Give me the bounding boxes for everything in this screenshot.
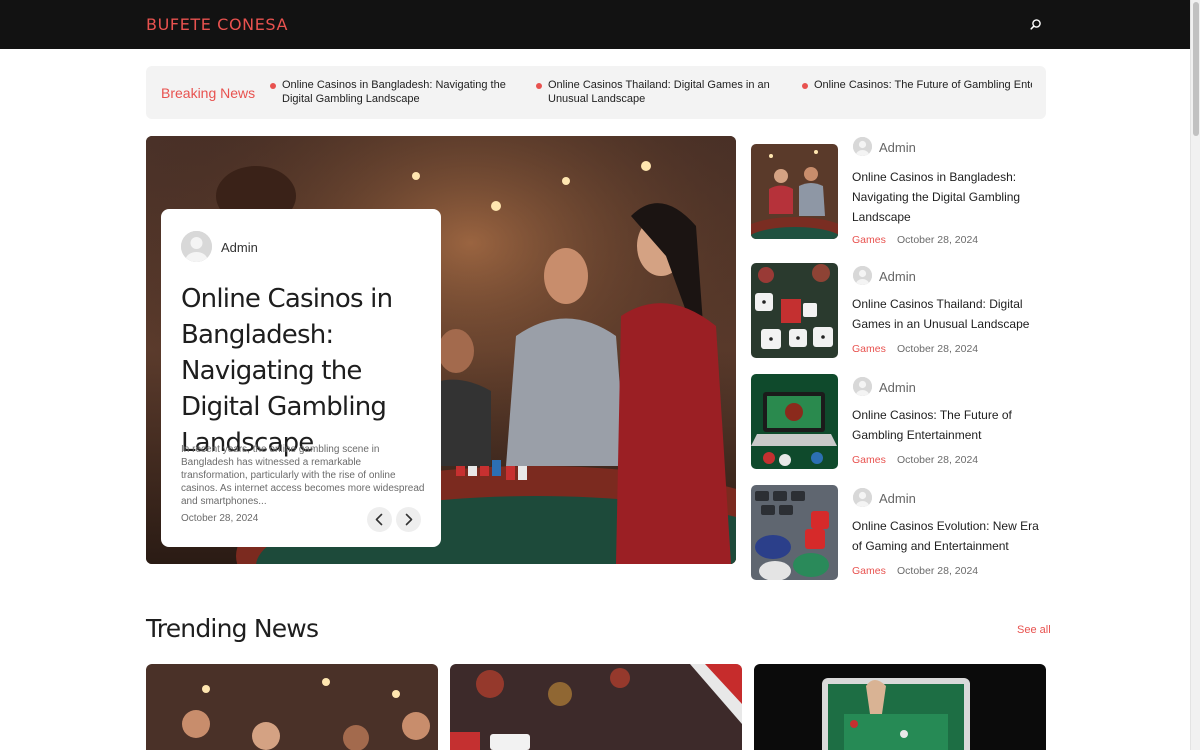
featured-post-date: October 28, 2024 xyxy=(181,513,259,524)
post-title[interactable]: Online Casinos: The Future of Gambling E… xyxy=(852,405,1047,445)
search-icon xyxy=(1030,19,1041,30)
chevron-right-icon xyxy=(405,513,413,526)
post-date: October 28, 2024 xyxy=(897,565,979,577)
side-post-item[interactable]: Admin Online Casinos: The Future of Gamb… xyxy=(751,374,1047,473)
author-avatar xyxy=(181,231,212,262)
post-thumbnail[interactable] xyxy=(751,263,838,358)
side-post-item[interactable]: Admin Online Casinos Evolution: New Era … xyxy=(751,485,1047,584)
section-title: Trending News xyxy=(146,614,319,643)
side-post-item[interactable]: Admin Online Casinos in Bangladesh: Navi… xyxy=(751,137,1047,246)
breaking-news-bar: Breaking News Online Casinos in Banglade… xyxy=(146,66,1046,119)
post-date: October 28, 2024 xyxy=(897,234,979,246)
user-avatar-icon xyxy=(853,266,872,285)
trending-post-card[interactable] xyxy=(450,664,742,750)
search-button[interactable] xyxy=(1027,16,1045,34)
see-all-link[interactable]: See all xyxy=(1017,624,1051,636)
post-title[interactable]: Online Casinos Evolution: New Era of Gam… xyxy=(852,516,1047,556)
user-avatar-icon xyxy=(853,488,872,507)
author-name[interactable]: Admin xyxy=(879,140,916,155)
breaking-news-label: Breaking News xyxy=(161,85,256,101)
user-avatar-icon xyxy=(853,137,872,156)
trending-post-card[interactable] xyxy=(146,664,438,750)
author-name[interactable]: Admin xyxy=(879,380,916,395)
featured-post-title[interactable]: Online Casinos in Bangladesh: Navigating… xyxy=(181,281,426,461)
user-avatar-icon xyxy=(181,231,212,262)
slider-next-button[interactable] xyxy=(396,507,421,532)
bullet-dot-icon xyxy=(536,83,542,89)
post-category[interactable]: Games xyxy=(852,454,886,466)
author-avatar xyxy=(853,266,872,285)
casino-players-image xyxy=(146,664,438,750)
slider-prev-button[interactable] xyxy=(367,507,392,532)
breaking-news-item[interactable]: Online Casinos in Bangladesh: Navigating… xyxy=(270,79,520,106)
breaking-news-item[interactable]: Online Casinos Thailand: Digital Games i… xyxy=(536,79,786,106)
author-name[interactable]: Admin xyxy=(221,240,258,255)
casino-players-image xyxy=(751,144,838,239)
author-avatar xyxy=(853,488,872,507)
user-avatar-icon xyxy=(853,377,872,396)
tablet-roulette-image xyxy=(754,664,1046,750)
dice-and-chips-image xyxy=(751,263,838,358)
featured-post-excerpt: In recent years, the online gambling sce… xyxy=(181,444,425,507)
breaking-news-ticker: Online Casinos in Bangladesh: Navigating… xyxy=(270,79,1032,109)
breaking-news-item[interactable]: Online Casinos: The Future of Gambling E… xyxy=(802,79,1032,93)
dice-flag-image xyxy=(450,664,742,750)
chips-keyboard-dice-image xyxy=(751,485,838,580)
post-category[interactable]: Games xyxy=(852,343,886,355)
post-title[interactable]: Online Casinos Thailand: Digital Games i… xyxy=(852,294,1047,334)
post-category[interactable]: Games xyxy=(852,565,886,577)
author-name[interactable]: Admin xyxy=(879,269,916,284)
side-post-item[interactable]: Admin Online Casinos Thailand: Digital G… xyxy=(751,263,1047,362)
top-navigation-bar: BUFETE CONESA xyxy=(0,0,1190,49)
bullet-dot-icon xyxy=(270,83,276,89)
post-date: October 28, 2024 xyxy=(897,343,979,355)
bullet-dot-icon xyxy=(802,83,808,89)
post-thumbnail[interactable] xyxy=(751,485,838,580)
post-title[interactable]: Online Casinos in Bangladesh: Navigating… xyxy=(852,167,1047,227)
laptop-roulette-image xyxy=(751,374,838,469)
featured-post-slider[interactable]: Admin Online Casinos in Bangladesh: Navi… xyxy=(146,136,736,564)
site-logo[interactable]: BUFETE CONESA xyxy=(146,15,288,34)
post-thumbnail[interactable] xyxy=(751,144,838,239)
author-avatar xyxy=(853,137,872,156)
featured-post-card[interactable]: Admin Online Casinos in Bangladesh: Navi… xyxy=(161,209,441,547)
scrollbar-thumb[interactable] xyxy=(1193,2,1199,136)
trending-post-card[interactable] xyxy=(754,664,1046,750)
post-date: October 28, 2024 xyxy=(897,454,979,466)
post-category[interactable]: Games xyxy=(852,234,886,246)
chevron-left-icon xyxy=(375,513,383,526)
page-scrollbar[interactable] xyxy=(1190,0,1200,750)
author-name[interactable]: Admin xyxy=(879,491,916,506)
post-thumbnail[interactable] xyxy=(751,374,838,469)
author-avatar xyxy=(853,377,872,396)
